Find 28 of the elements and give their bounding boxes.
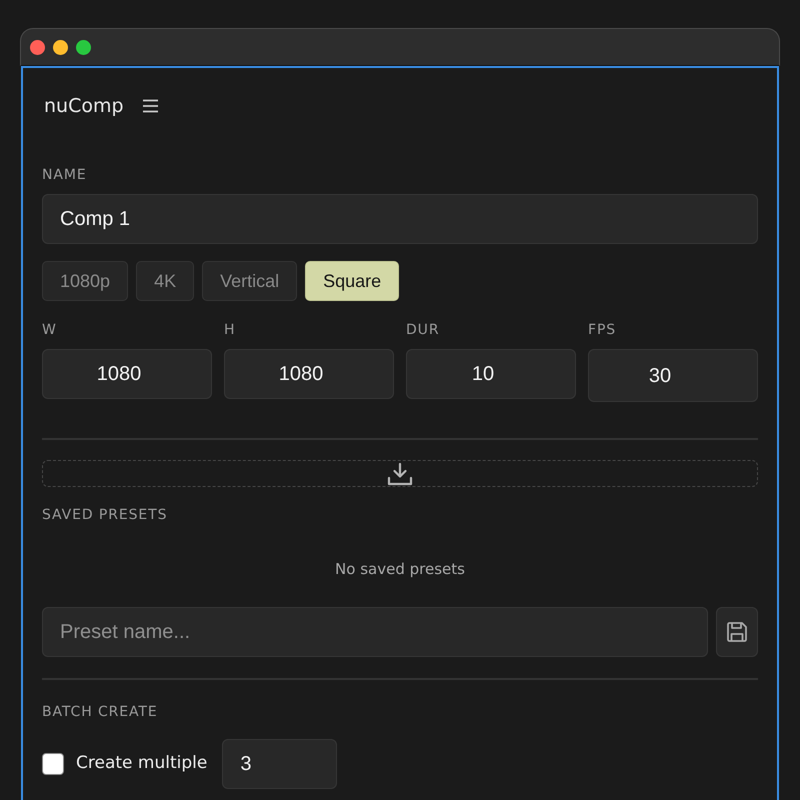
zoom-icon[interactable]: [76, 40, 91, 54]
section-heading: BATCH CREATE: [42, 703, 159, 722]
download-icon: [387, 462, 413, 486]
minimize-icon[interactable]: [53, 40, 68, 54]
checkbox[interactable]: [42, 753, 64, 775]
save-button[interactable]: [716, 607, 758, 657]
dropdown-field[interactable]: 30: [588, 349, 758, 402]
field-label: W: [42, 321, 58, 340]
field-label: H: [224, 321, 236, 340]
empty-message: No saved presets: [334, 559, 466, 580]
number-input[interactable]: 1080: [42, 349, 212, 399]
count-input[interactable]: 3: [222, 739, 338, 789]
field-label: NAME: [42, 166, 88, 185]
preset-name-input[interactable]: Preset name...: [42, 607, 708, 657]
preset-button[interactable]: Vertical: [202, 261, 298, 301]
number-input[interactable]: 10: [406, 349, 576, 399]
menu-icon[interactable]: [142, 99, 159, 113]
preset-button[interactable]: Square: [305, 261, 400, 301]
app-title: nuComp: [44, 94, 124, 119]
close-icon[interactable]: [30, 40, 45, 54]
section-heading: SAVED PRESETS: [42, 506, 168, 525]
field-label: FPS: [588, 321, 618, 340]
preset-button[interactable]: 4K: [136, 261, 194, 301]
preset-button[interactable]: 1080p: [42, 261, 128, 301]
number-input[interactable]: 1080: [224, 349, 394, 399]
name-input[interactable]: Comp 1: [42, 194, 758, 244]
checkbox-label[interactable]: Create multiple: [76, 751, 208, 777]
field-label: DUR: [406, 321, 440, 340]
